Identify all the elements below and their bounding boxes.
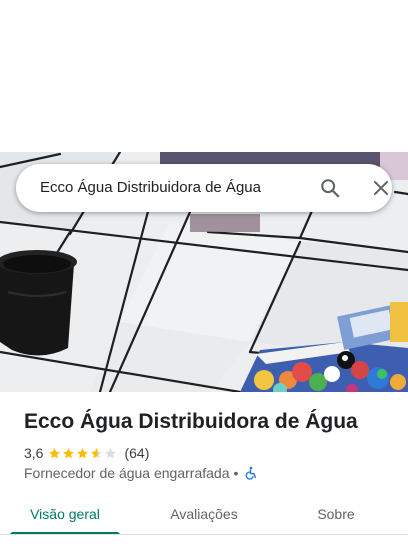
place-tabs: Visão geral Avaliações Sobre (0, 494, 408, 536)
star-icon (105, 447, 117, 458)
place-title: Ecco Água Distribuidora de Água (24, 410, 358, 433)
separator-dot: • (233, 465, 239, 481)
blank-header-area (0, 0, 408, 152)
tab-about[interactable]: Sobre (290, 494, 382, 534)
review-count[interactable]: (64) (124, 445, 149, 461)
place-category[interactable]: Fornecedor de água engarrafada (24, 465, 229, 481)
search-bar[interactable]: Ecco Água Distribuidora de Água (16, 164, 392, 212)
rating-row[interactable]: 3,6 (64) (24, 444, 149, 462)
star-icon (77, 447, 89, 458)
search-input[interactable]: Ecco Água Distribuidora de Água (40, 164, 261, 212)
search-icon[interactable] (318, 176, 342, 200)
tab-reviews[interactable]: Avaliações (148, 494, 260, 534)
star-icon (49, 447, 61, 458)
tab-overview[interactable]: Visão geral (10, 494, 120, 534)
star-icon (63, 447, 75, 458)
place-info: Ecco Água Distribuidora de Água (24, 408, 394, 436)
star-icon (91, 447, 103, 458)
tabs-divider (0, 534, 408, 535)
category-row: Fornecedor de água engarrafada • (24, 464, 258, 482)
wheelchair-icon (244, 466, 258, 480)
close-icon[interactable] (369, 176, 393, 200)
rating-stars (48, 447, 118, 460)
rating-value: 3,6 (24, 445, 44, 461)
